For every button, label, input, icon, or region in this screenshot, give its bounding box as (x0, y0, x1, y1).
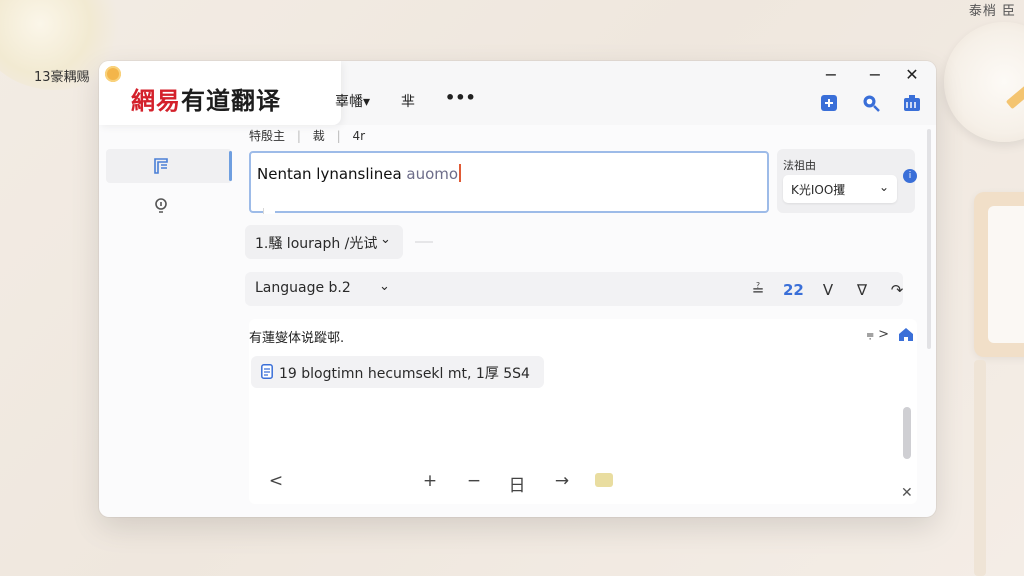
desktop-frame-decoration (974, 192, 1024, 357)
translate-doc-icon (154, 158, 168, 174)
close-button[interactable]: ✕ (902, 65, 922, 84)
app-badge-icon (105, 66, 121, 82)
source-language-select[interactable]: 1.騒 louraph /光试 ⌄ (245, 225, 403, 259)
app-logo-tab: 網易有道翻译 (99, 61, 341, 125)
app-name-brand: 網易 (131, 87, 181, 115)
target-language-value[interactable]: Language b.2 (255, 280, 351, 296)
window-scrollbar[interactable] (927, 129, 931, 349)
domain-panel: 法祖由 K光IOO攫 ⌄ i (777, 149, 917, 213)
source-text-input[interactable]: Nentan lynanslinea auomo (249, 151, 769, 214)
check-icon[interactable]: V (818, 281, 838, 299)
info-icon[interactable]: i (903, 169, 917, 183)
back-button[interactable]: < (265, 471, 287, 491)
toolbox-icon[interactable] (902, 93, 922, 113)
add-button[interactable]: + (419, 471, 441, 491)
source-text: Nentan lynanslinea (257, 165, 407, 183)
compare-icon[interactable]: 22 (783, 281, 804, 299)
chevron-down-icon: ⌄ (878, 180, 889, 194)
desktop-stick-decoration (974, 360, 986, 576)
sidebar-item-tips[interactable] (106, 189, 232, 223)
domain-label: 法祖由 (783, 159, 816, 172)
keyboard-icon[interactable] (595, 473, 613, 487)
filter-icon[interactable]: ∇ (852, 281, 872, 299)
file-icon (261, 364, 273, 379)
chevron-down-icon[interactable]: ⌄ (379, 279, 390, 294)
desktop-plate-decoration (944, 22, 1024, 142)
source-language-value: 1.騒 louraph /光试 (255, 236, 378, 252)
result-nav-button[interactable]: ⩦ > (866, 327, 889, 342)
source-text-light: auomo (406, 165, 459, 183)
chevron-down-icon: ⌄ (380, 232, 391, 247)
input-subtabs: 特殷主 | 裁 | 4r (249, 127, 373, 144)
plate-wedge (1005, 84, 1024, 110)
sidebar-active-indicator (229, 151, 232, 181)
frame-inner (988, 206, 1024, 343)
format-icon[interactable]: ≟ (748, 281, 768, 299)
title-bar: 網易有道翻译 辜幡▾ 芈 ••• − − ✕ (99, 61, 936, 125)
maximize-button[interactable]: − (865, 65, 885, 84)
search-icon[interactable] (861, 93, 881, 113)
remove-button[interactable]: − (463, 471, 485, 491)
result-title: 有蓮燮体说蹤邨. (249, 331, 345, 346)
subtab-divider: | (336, 129, 341, 143)
input-resize-tab (263, 208, 275, 214)
menu-item-2[interactable]: 芈 (401, 91, 415, 111)
result-scrollbar[interactable] (903, 407, 911, 459)
document-icon[interactable] (819, 93, 839, 113)
app-logo: 網易有道翻译 (131, 81, 281, 116)
share-icon[interactable]: ↷ (887, 281, 907, 299)
result-suggestion-chip[interactable]: 19 blogtimn hecumsekl mt, 1厚 5S4 (251, 356, 544, 388)
forward-button[interactable]: → (551, 471, 573, 491)
translator-window: 網易有道翻译 辜幡▾ 芈 ••• − − ✕ 特殷主 | 裁 | 4r Nent… (99, 61, 936, 517)
text-caret (459, 164, 462, 182)
calendar-icon[interactable]: 日 (506, 471, 528, 496)
desktop-top-right-label: 泰梢 臣 (968, 4, 1016, 19)
lightbulb-icon (155, 198, 167, 213)
more-menu-button[interactable]: ••• (445, 88, 476, 107)
divider-line (415, 241, 433, 243)
subtab-divider: | (296, 129, 301, 143)
subtab-1[interactable]: 特殷主 (249, 129, 285, 143)
result-chip-text: 19 blogtimn hecumsekl mt, 1厚 5S4 (279, 366, 530, 382)
domain-select-value: K光IOO攫 (791, 183, 846, 197)
sidebar-item-text-translate[interactable] (106, 149, 232, 183)
close-panel-button[interactable]: ✕ (901, 485, 913, 501)
subtab-2[interactable]: 裁 (313, 129, 325, 143)
target-language-bar: Language b.2 ⌄ (245, 272, 903, 306)
app-name-product: 有道翻译 (181, 87, 281, 115)
menu-item-1[interactable]: 辜幡▾ (335, 91, 370, 111)
minimize-button[interactable]: − (821, 65, 841, 84)
desktop-top-left-label: 13豪耦赐 (34, 70, 90, 85)
domain-select[interactable]: K光IOO攫 ⌄ (783, 175, 897, 203)
home-icon[interactable] (897, 325, 915, 343)
result-panel: 有蓮燮体说蹤邨. ⩦ > 19 blogtimn hecumsekl mt, 1… (249, 319, 917, 504)
subtab-3[interactable]: 4r (352, 129, 365, 143)
